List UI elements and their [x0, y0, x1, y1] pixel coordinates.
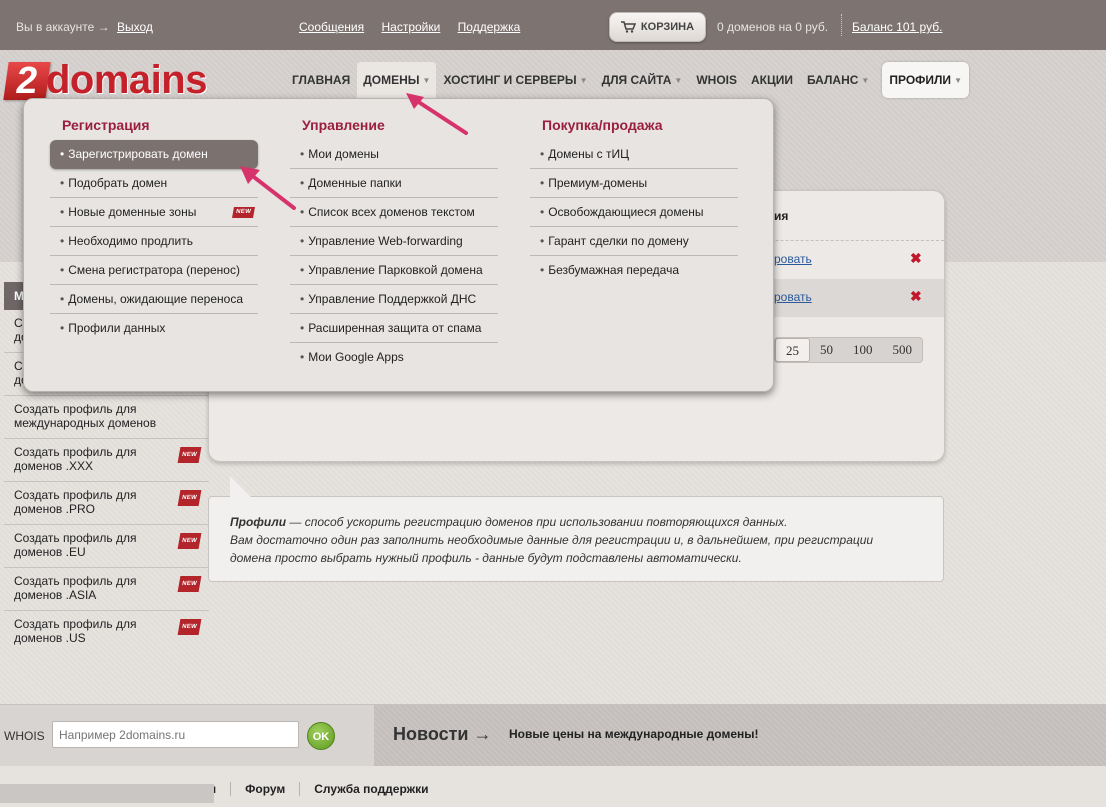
- top-links: Сообщения Настройки Поддержка: [299, 20, 534, 34]
- whois-label: WHOIS: [4, 729, 45, 743]
- edit-link[interactable]: ровать: [774, 290, 812, 304]
- menu-item-transfer[interactable]: Смена регистратора (перенос): [50, 256, 258, 285]
- nav-for-site[interactable]: ДЛЯ САЙТА ▼: [595, 62, 690, 98]
- menu-item-register-domain[interactable]: Зарегистрировать домен: [50, 140, 258, 169]
- menu-item-premium-domains[interactable]: Премиум-домены: [530, 169, 738, 198]
- bottom-links-bar: ты Форум Служба поддержки: [0, 766, 1106, 807]
- new-badge: NEW: [177, 447, 202, 463]
- menu-item-dns-support[interactable]: Управление Поддержкой ДНС: [290, 285, 498, 314]
- sidebar-item-international[interactable]: Создать профиль для международных домено…: [4, 396, 209, 439]
- nav-whois[interactable]: WHOIS: [689, 62, 744, 98]
- domains-dropdown-menu: Регистрация Зарегистрировать домен Подоб…: [23, 98, 774, 392]
- new-badge: NEW: [177, 576, 202, 592]
- menu-item-web-forwarding[interactable]: Управление Web-forwarding: [290, 227, 498, 256]
- settings-link[interactable]: Настройки: [381, 20, 440, 34]
- site-logo[interactable]: 2 domains: [3, 58, 228, 102]
- nav-balance[interactable]: БАЛАНС ▼: [800, 62, 876, 98]
- page-size-50[interactable]: 50: [810, 338, 843, 362]
- hint-title: Профили: [230, 515, 287, 529]
- sidebar-item-pro[interactable]: Создать профиль для доменов .PRO NEW: [4, 482, 209, 525]
- delete-icon[interactable]: ✖: [910, 250, 922, 267]
- chevron-down-icon: ▼: [674, 75, 683, 85]
- menu-item-expiring-domains[interactable]: Освобождающиеся домены: [530, 198, 738, 227]
- menu-item-domain-folders[interactable]: Доменные папки: [290, 169, 498, 198]
- chevron-down-icon: ▼: [954, 75, 962, 85]
- whois-ok-button[interactable]: OK: [307, 722, 335, 750]
- new-badge: NEW: [177, 533, 202, 549]
- nav-promos[interactable]: АКЦИИ: [744, 62, 800, 98]
- menu-column-title: Управление: [302, 117, 385, 133]
- menu-item-renew[interactable]: Необходимо продлить: [50, 227, 258, 256]
- taskbar-overlay: [0, 784, 214, 803]
- sidebar-item-asia[interactable]: Создать профиль для доменов .ASIA NEW: [4, 568, 209, 611]
- nav-domains[interactable]: ДОМЕНЫ ▼: [357, 62, 437, 98]
- new-badge: NEW: [177, 619, 202, 635]
- news-headline[interactable]: Новые цены на международные домены!: [509, 727, 758, 741]
- new-badge: NEW: [177, 490, 202, 506]
- cart-icon: [620, 21, 636, 33]
- page-size-25[interactable]: 25: [775, 338, 810, 362]
- top-bar: Вы в аккаунте → Выход Сообщения Настройк…: [0, 0, 1106, 50]
- menu-item-new-zones[interactable]: Новые доменные зоныNEW: [50, 198, 258, 227]
- panel-column-title: ия: [774, 209, 789, 223]
- menu-item-tic-domains[interactable]: Домены с тИЦ: [530, 140, 738, 169]
- sidebar-item-eu[interactable]: Создать профиль для доменов .EU NEW: [4, 525, 209, 568]
- messages-link[interactable]: Сообщения: [299, 20, 364, 34]
- account-status: Вы в аккаунте → Выход: [16, 20, 153, 34]
- edit-link[interactable]: ровать: [774, 252, 812, 266]
- menu-item-parking[interactable]: Управление Парковкой домена: [290, 256, 498, 285]
- nav-profiles[interactable]: ПРОФИЛИ ▼: [882, 62, 969, 98]
- profiles-hint: Профили — способ ускорить регистрацию до…: [208, 476, 944, 582]
- menu-item-google-apps[interactable]: Мои Google Apps: [290, 343, 498, 372]
- support-link[interactable]: Поддержка: [458, 20, 521, 34]
- balance-link[interactable]: Баланс 101 руб.: [852, 20, 942, 34]
- support-service-link[interactable]: Служба поддержки: [299, 782, 442, 796]
- main-nav: ГЛАВНАЯ ДОМЕНЫ ▼ ХОСТИНГ И СЕРВЕРЫ ▼ ДЛЯ С…: [285, 62, 969, 98]
- menu-item-data-profiles[interactable]: Профили данных: [50, 314, 258, 343]
- chevron-down-icon: ▼: [579, 75, 588, 85]
- sidebar-item-us[interactable]: Создать профиль для доменов .US NEW: [4, 611, 209, 654]
- account-text: Вы в аккаунте →: [16, 20, 110, 34]
- menu-column-title: Регистрация: [62, 117, 150, 133]
- page-size-100[interactable]: 100: [843, 338, 883, 362]
- menu-item-domains-text-list[interactable]: Список всех доменов текстом: [290, 198, 498, 227]
- cart-info: 0 доменов на 0 руб.: [717, 20, 829, 34]
- cart-button[interactable]: КОРЗИНА: [609, 12, 706, 42]
- chevron-down-icon: ▼: [422, 75, 431, 85]
- forum-link[interactable]: Форум: [230, 782, 299, 796]
- nav-home[interactable]: ГЛАВНАЯ: [285, 62, 357, 98]
- menu-item-my-domains[interactable]: Мои домены: [290, 140, 498, 169]
- sidebar-item-xxx[interactable]: Создать профиль для доменов .XXX NEW: [4, 439, 209, 482]
- menu-item-escrow[interactable]: Гарант сделки по домену: [530, 227, 738, 256]
- hint-line: Вам достаточно один раз заполнить необхо…: [230, 533, 874, 547]
- news-label[interactable]: Новости →: [393, 724, 491, 745]
- menu-column-registration: Регистрация Зарегистрировать домен Подоб…: [50, 117, 270, 343]
- hint-line: домена просто выбрать нужный профиль - д…: [230, 551, 742, 565]
- footer: WHOIS OK Новости → Новые цены на междуна…: [0, 704, 1106, 767]
- nav-hosting[interactable]: ХОСТИНГ И СЕРВЕРЫ ▼: [436, 62, 594, 98]
- delete-icon[interactable]: ✖: [910, 288, 922, 305]
- menu-column-management: Управление Мои домены Доменные папки Спи…: [290, 117, 510, 372]
- menu-item-paperless-transfer[interactable]: Безбумажная передача: [530, 256, 738, 285]
- page-size-selector: 25 50 100 500: [774, 337, 923, 363]
- menu-column-title: Покупка/продажа: [542, 117, 663, 133]
- menu-item-pick-domain[interactable]: Подобрать домен: [50, 169, 258, 198]
- chevron-down-icon: ▼: [861, 75, 870, 85]
- menu-item-spam-protection[interactable]: Расширенная защита от спама: [290, 314, 498, 343]
- new-badge: NEW: [232, 207, 255, 218]
- whois-search-input[interactable]: [52, 721, 299, 748]
- logo-word: domains: [46, 58, 207, 102]
- news-banner: Новости → Новые цены на международные до…: [374, 705, 1106, 767]
- menu-item-pending-transfer[interactable]: Домены, ожидающие переноса: [50, 285, 258, 314]
- page-size-500[interactable]: 500: [883, 338, 923, 362]
- logout-link[interactable]: Выход: [117, 20, 153, 34]
- menu-column-buy-sell: Покупка/продажа Домены с тИЦ Премиум-дом…: [530, 117, 750, 285]
- cart-label: КОРЗИНА: [640, 21, 695, 33]
- logo-mark: 2: [3, 60, 51, 102]
- separator: [841, 14, 842, 36]
